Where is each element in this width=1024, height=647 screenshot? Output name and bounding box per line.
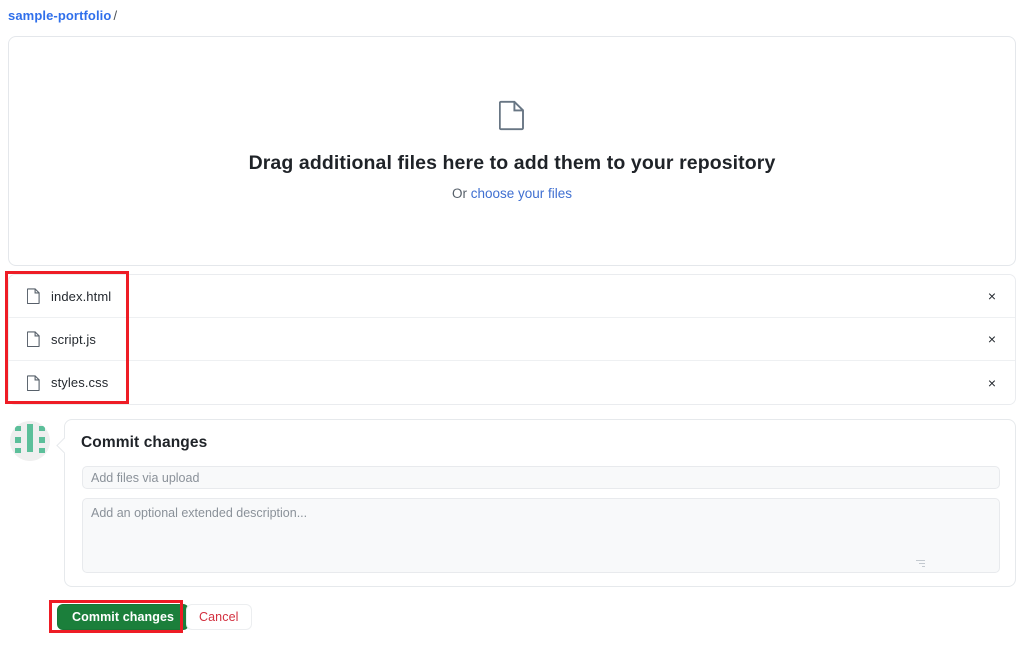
table-row[interactable]: styles.css × (9, 361, 1015, 404)
file-dropzone[interactable]: Drag additional files here to add them t… (8, 36, 1016, 266)
commit-changes-button[interactable]: Commit changes (57, 604, 190, 630)
page-title: Commit changes (81, 434, 208, 451)
close-icon[interactable]: × (983, 289, 1001, 303)
choose-files-link[interactable]: choose your files (471, 186, 572, 201)
file-icon (26, 374, 40, 391)
file-name: index.html (51, 288, 112, 304)
dropzone-subtitle: Or choose your files (452, 185, 572, 203)
file-icon (26, 288, 40, 305)
breadcrumb-separator: / (113, 8, 118, 23)
commit-changes-panel: Commit changes (64, 419, 1016, 587)
file-icon (26, 331, 40, 348)
file-icon (498, 99, 525, 131)
table-row[interactable]: index.html × (9, 275, 1015, 318)
speech-bubble-arrow-icon (56, 436, 65, 454)
close-icon[interactable]: × (983, 376, 1001, 390)
upload-files-page: sample-portfolio / Drag additional files … (0, 0, 1024, 647)
uploaded-file-list: index.html × script.js × styles.css × (8, 274, 1016, 405)
commit-message-input[interactable] (82, 466, 1000, 489)
file-name: script.js (51, 331, 96, 347)
close-icon[interactable]: × (983, 332, 1001, 346)
dropzone-title: Drag additional files here to add them t… (248, 152, 776, 174)
cancel-button[interactable]: Cancel (186, 604, 252, 630)
breadcrumb: sample-portfolio / (8, 7, 117, 25)
breadcrumb-repo-link[interactable]: sample-portfolio (8, 8, 111, 23)
table-row[interactable]: script.js × (9, 318, 1015, 361)
file-name: styles.css (51, 375, 109, 390)
dropzone-or-text: Or (451, 186, 471, 201)
commit-description-textarea[interactable] (82, 498, 1000, 573)
avatar (10, 421, 50, 461)
